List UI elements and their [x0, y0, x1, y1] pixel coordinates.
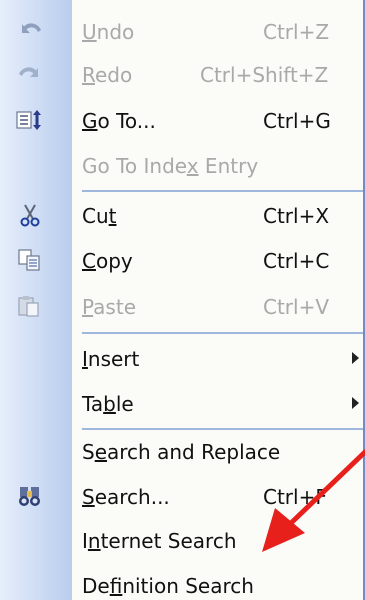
menu-item-internet-search[interactable]: Internet Search: [0, 521, 363, 557]
menu-item-copy[interactable]: Copy Ctrl+C: [0, 241, 363, 277]
paste-shortcut: Ctrl+V: [263, 295, 330, 319]
menu-item-undo[interactable]: Undo Ctrl+Z: [0, 12, 363, 48]
menu-item-insert[interactable]: Insert: [0, 339, 363, 375]
goto-shortcut: Ctrl+G: [263, 109, 331, 133]
menu-item-search-and-replace[interactable]: Search and Replace: [0, 432, 363, 468]
menu-separator: [82, 332, 363, 334]
submenu-arrow-icon: [352, 397, 359, 409]
undo-shortcut: Ctrl+Z: [263, 20, 330, 44]
menu-item-definition-search[interactable]: Definition Search: [0, 566, 363, 600]
submenu-arrow-icon: [352, 352, 359, 364]
copy-icon: [14, 247, 46, 273]
goto-icon: [14, 107, 46, 133]
cut-shortcut: Ctrl+X: [263, 204, 330, 228]
menu-item-paste[interactable]: Paste Ctrl+V: [0, 287, 363, 323]
copy-shortcut: Ctrl+C: [263, 249, 330, 273]
menu-item-go-to-index-entry[interactable]: Go To Index Entry: [0, 146, 363, 182]
menu-item-table[interactable]: Table: [0, 384, 363, 420]
undo-icon: [14, 18, 46, 44]
scissors-icon: [14, 202, 46, 228]
menu-item-redo[interactable]: Redo Ctrl+Shift+Z: [0, 55, 363, 91]
menu-item-search[interactable]: Search... Ctrl+F: [0, 477, 363, 513]
menu-separator: [82, 428, 363, 430]
redo-icon: [14, 61, 46, 87]
menu-item-cut[interactable]: Cut Ctrl+X: [0, 196, 363, 232]
menu-item-go-to[interactable]: Go To... Ctrl+G: [0, 101, 363, 137]
paste-icon: [14, 293, 46, 319]
edit-context-menu: Undo Ctrl+Z Redo Ctrl+Shift+Z Go To... C…: [0, 0, 365, 600]
redo-shortcut: Ctrl+Shift+Z: [200, 63, 329, 87]
search-binoculars-icon: [14, 483, 46, 509]
menu-separator: [82, 190, 363, 192]
search-shortcut: Ctrl+F: [263, 485, 327, 509]
